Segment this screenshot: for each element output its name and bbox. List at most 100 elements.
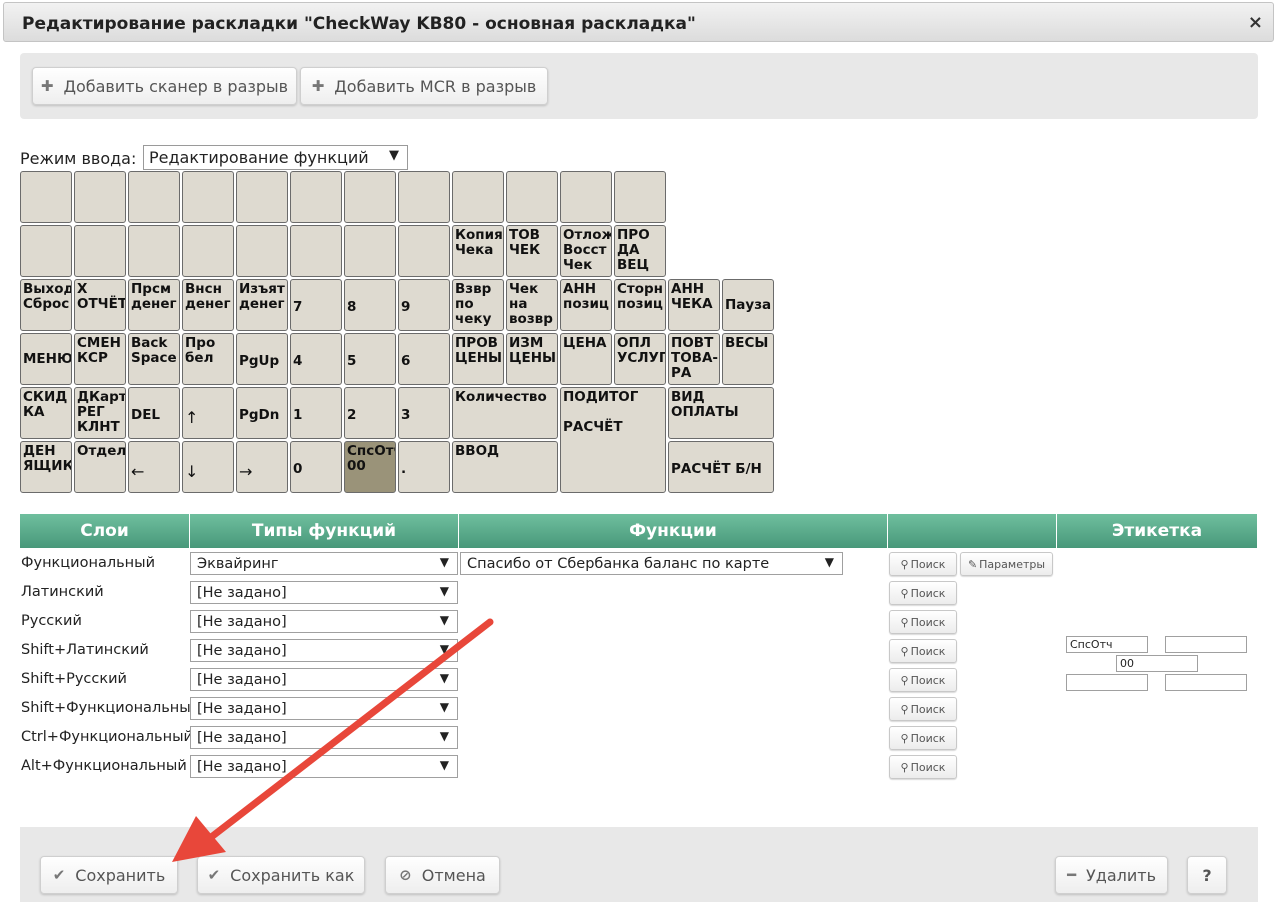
key-arrow-down[interactable]: ↓ xyxy=(182,441,234,493)
key-postpone-check[interactable]: Отлож Восст Чек xyxy=(560,225,612,277)
key-arrow-up[interactable]: ↑ xyxy=(182,387,234,439)
key-copy-check[interactable]: Копия Чека xyxy=(452,225,504,277)
key-return-check[interactable]: Чек на возвр xyxy=(506,279,558,331)
search-button[interactable]: ⚲ Поиск xyxy=(889,755,957,779)
function-type-select[interactable]: [Не задано] ▼ xyxy=(190,668,458,691)
keyboard-key[interactable] xyxy=(560,171,612,223)
close-icon[interactable]: × xyxy=(1248,12,1263,33)
keyboard-key[interactable] xyxy=(182,171,234,223)
key-change-price[interactable]: ИЗМ ЦЕНЫ xyxy=(506,333,558,385)
key-seller[interactable]: ПРО ДА ВЕЦ xyxy=(614,225,666,277)
label-field-top-right[interactable] xyxy=(1165,636,1247,653)
keyboard-key[interactable] xyxy=(344,171,396,223)
key-pay-services[interactable]: ОПЛ УСЛУГ xyxy=(614,333,666,385)
key-quantity[interactable]: Количество xyxy=(452,387,558,439)
search-button[interactable]: ⚲ Поиск xyxy=(889,581,957,605)
search-button[interactable]: ⚲ Поиск xyxy=(889,726,957,750)
key-2[interactable]: 2 xyxy=(344,387,396,439)
search-button[interactable]: ⚲ Поиск xyxy=(889,697,957,721)
key-payment-type[interactable]: ВИД ОПЛАТЫ xyxy=(668,387,774,439)
key-x-report[interactable]: Х ОТЧЁТ xyxy=(74,279,126,331)
key-arrow-right[interactable]: → xyxy=(236,441,288,493)
search-button[interactable]: ⚲ Поиск xyxy=(889,610,957,634)
key-space[interactable]: Про бел xyxy=(182,333,234,385)
key-3[interactable]: 3 xyxy=(398,387,450,439)
key-card-payment[interactable]: РАСЧЁТ Б/Н xyxy=(668,441,774,493)
label-field-bottom-left[interactable] xyxy=(1066,674,1148,691)
key-price[interactable]: ЦЕНА xyxy=(560,333,612,385)
label-field-middle[interactable]: 00 xyxy=(1116,655,1198,672)
keyboard-key[interactable] xyxy=(236,171,288,223)
key-subtotal-payment[interactable]: ПОДИТОГ РАСЧЁТ xyxy=(560,387,666,493)
keyboard-key[interactable] xyxy=(506,171,558,223)
key-deposit-money[interactable]: Внсн денег xyxy=(182,279,234,331)
help-button[interactable]: ? xyxy=(1187,856,1227,894)
search-button[interactable]: ⚲ Поиск xyxy=(889,639,957,663)
keyboard-key[interactable] xyxy=(20,225,72,277)
key-dot[interactable]: . xyxy=(398,441,450,493)
keyboard-key[interactable] xyxy=(128,225,180,277)
keyboard-key[interactable] xyxy=(182,225,234,277)
key-selected-spsotch[interactable]: СпсОтч 00 xyxy=(344,441,396,493)
keyboard-key[interactable] xyxy=(398,225,450,277)
key-6[interactable]: 6 xyxy=(398,333,450,385)
key-storno-position[interactable]: Сторн позиц xyxy=(614,279,666,331)
key-cancel-check[interactable]: АНН ЧЕКА xyxy=(668,279,720,331)
add-mcr-button[interactable]: ✚ Добавить MCR в разрыв xyxy=(300,67,548,105)
function-select[interactable]: Спасибо от Сбербанка баланс по карте ▼ xyxy=(460,552,843,575)
key-4[interactable]: 4 xyxy=(290,333,342,385)
key-pgdn[interactable]: PgDn xyxy=(236,387,288,439)
key-8[interactable]: 8 xyxy=(344,279,396,331)
keyboard-key[interactable] xyxy=(452,171,504,223)
function-type-select[interactable]: [Не задано] ▼ xyxy=(190,726,458,749)
keyboard-key[interactable] xyxy=(74,171,126,223)
keyboard-key[interactable] xyxy=(398,171,450,223)
key-backspace[interactable]: Back Space xyxy=(128,333,180,385)
function-type-select[interactable]: Эквайринг ▼ xyxy=(190,552,458,575)
label-field-bottom-right[interactable] xyxy=(1165,674,1247,691)
key-withdraw-money[interactable]: Изъят денег xyxy=(236,279,288,331)
key-change-ksr[interactable]: СМЕН КСР xyxy=(74,333,126,385)
function-type-select[interactable]: [Не задано] ▼ xyxy=(190,697,458,720)
keyboard-key[interactable] xyxy=(290,171,342,223)
input-mode-select[interactable]: Редактирование функций ▼ xyxy=(143,145,408,170)
keyboard-key[interactable] xyxy=(290,225,342,277)
key-5[interactable]: 5 xyxy=(344,333,396,385)
cancel-button[interactable]: ⊘ Отмена xyxy=(385,856,500,894)
key-repeat-item[interactable]: ПОВТ ТОВА- РА xyxy=(668,333,720,385)
key-return-by-check[interactable]: Взвр по чеку xyxy=(452,279,504,331)
key-0[interactable]: 0 xyxy=(290,441,342,493)
add-scanner-button[interactable]: ✚ Добавить сканер в разрыв xyxy=(32,67,297,105)
keyboard-key[interactable] xyxy=(74,225,126,277)
keyboard-key[interactable] xyxy=(614,171,666,223)
key-check-price[interactable]: ПРОВ ЦЕНЫ xyxy=(452,333,504,385)
key-arrow-left[interactable]: ← xyxy=(128,441,180,493)
key-goods-check[interactable]: ТОВ ЧЕК xyxy=(506,225,558,277)
key-card-register-client[interactable]: ДКарт РЕГ КЛНТ xyxy=(74,387,126,439)
search-button[interactable]: ⚲ Поиск xyxy=(889,668,957,692)
key-exit-reset[interactable]: Выход Сброс xyxy=(20,279,72,331)
function-type-select[interactable]: [Не задано] ▼ xyxy=(190,755,458,778)
key-pause[interactable]: Пауза xyxy=(722,279,774,331)
key-9[interactable]: 9 xyxy=(398,279,450,331)
key-1[interactable]: 1 xyxy=(290,387,342,439)
search-button[interactable]: ⚲ Поиск xyxy=(889,552,957,576)
key-delete[interactable]: DEL xyxy=(128,387,180,439)
keyboard-key[interactable] xyxy=(344,225,396,277)
keyboard-key[interactable] xyxy=(236,225,288,277)
keyboard-key[interactable] xyxy=(20,171,72,223)
function-type-select[interactable]: [Не задано] ▼ xyxy=(190,581,458,604)
function-type-select[interactable]: [Не задано] ▼ xyxy=(190,639,458,662)
key-cash-drawer[interactable]: ДЕН ЯЩИК xyxy=(20,441,72,493)
keyboard-key[interactable] xyxy=(128,171,180,223)
key-7[interactable]: 7 xyxy=(290,279,342,331)
key-scales[interactable]: ВЕСЫ xyxy=(722,333,774,385)
key-menu[interactable]: МЕНЮ xyxy=(20,333,72,385)
key-cancel-position[interactable]: АНН позиц xyxy=(560,279,612,331)
label-field-top-left[interactable]: СпсОтч xyxy=(1066,636,1148,653)
key-pgup[interactable]: PgUp xyxy=(236,333,288,385)
save-button[interactable]: ✔ Сохранить xyxy=(40,856,178,894)
key-discount[interactable]: СКИД КА xyxy=(20,387,72,439)
key-enter[interactable]: ВВОД xyxy=(452,441,558,493)
key-department[interactable]: Отдел xyxy=(74,441,126,493)
